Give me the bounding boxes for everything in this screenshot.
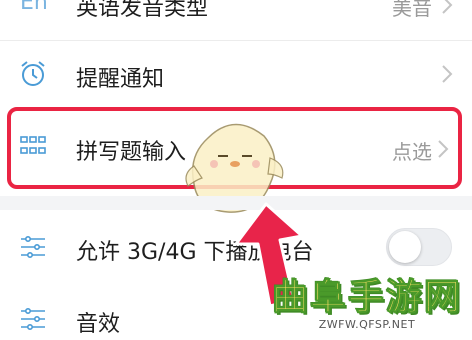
sliders-icon — [21, 236, 45, 258]
pronunciation-value: 美音 — [392, 0, 432, 20]
alarm-clock-icon — [21, 61, 45, 86]
watermark-brand: 曲阜手游网 — [271, 277, 462, 318]
sound-effects-label: 音效 — [76, 312, 121, 337]
reminder-label: 提醒通知 — [76, 67, 165, 92]
pronunciation-label: 英语发音类型 — [76, 0, 209, 21]
en-icon: En — [20, 0, 48, 15]
settings-row-pronunciation[interactable]: En 英语发音类型 美音 — [0, 0, 472, 38]
mobile-data-playback-toggle[interactable] — [386, 228, 452, 266]
watermark-url: ZWFW.QFSP.NET — [318, 318, 416, 331]
settings-row-reminder[interactable]: 提醒通知 — [0, 41, 472, 107]
chevron-right-icon — [442, 65, 453, 83]
toggle-knob — [389, 231, 421, 263]
sliders-icon — [21, 308, 45, 330]
chevron-right-icon — [442, 0, 453, 14]
watermark: 曲阜手游网 ZWFW.QFSP.NET — [264, 277, 470, 332]
